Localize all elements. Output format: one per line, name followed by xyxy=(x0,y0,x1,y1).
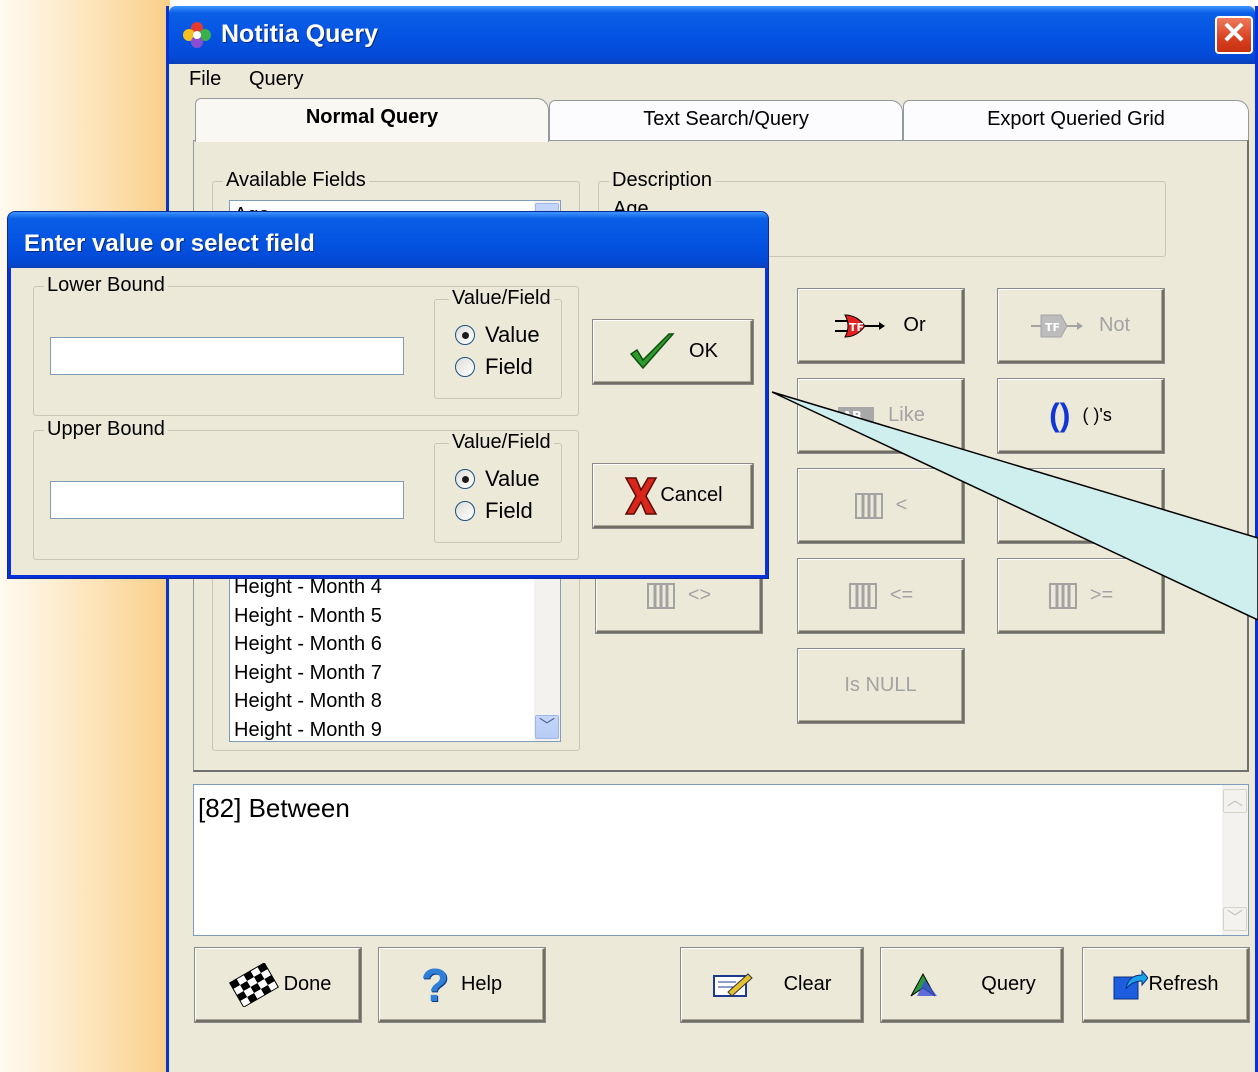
tab-export-grid[interactable]: Export Queried Grid xyxy=(903,100,1249,140)
done-button[interactable]: Done xyxy=(195,948,361,1022)
radio-unselected-icon xyxy=(455,501,475,521)
upper-value-field-group: Value/Field Value Field xyxy=(434,431,562,543)
ne-label: <> xyxy=(687,584,712,606)
upper-field-radio[interactable]: Field xyxy=(455,498,533,524)
abacus-icon xyxy=(854,492,883,519)
tab-text-search[interactable]: Text Search/Query xyxy=(549,100,903,140)
lower-vf-label: Value/Field xyxy=(449,287,554,310)
abacus-icon xyxy=(1066,492,1095,519)
lt-label: < xyxy=(895,494,908,516)
or-button[interactable]: TF Or xyxy=(798,289,964,363)
not-label: Not xyxy=(1098,314,1131,336)
scroll-down-icon[interactable]: ﹀ xyxy=(535,715,559,739)
is-null-label: Is NULL xyxy=(844,674,917,696)
le-button[interactable]: <= xyxy=(798,559,964,633)
scroll-up-icon[interactable]: ︿ xyxy=(1223,789,1247,813)
query-label: Query xyxy=(981,973,1036,995)
upper-value-radio[interactable]: Value xyxy=(455,466,540,492)
list-item[interactable]: Height - Month 8 xyxy=(230,687,536,716)
upper-bound-input[interactable] xyxy=(50,481,404,519)
menu-bar: File Query xyxy=(169,64,1255,94)
abacus-icon xyxy=(848,582,877,609)
list-item[interactable]: Height - Month 5 xyxy=(230,602,536,631)
done-label: Done xyxy=(283,973,332,995)
or-label: Or xyxy=(903,314,926,336)
cancel-button[interactable]: Cancel xyxy=(593,464,753,528)
ge-button[interactable]: >= xyxy=(998,559,1164,633)
cancel-label: Cancel xyxy=(660,484,723,506)
help-button[interactable]: ? Help xyxy=(379,948,545,1022)
lower-field-radio-label: Field xyxy=(485,354,533,379)
lower-bound-group: Lower Bound Value/Field Value Field xyxy=(33,274,579,416)
like-label: Like xyxy=(888,404,925,426)
checkered-flag-icon xyxy=(228,962,279,1007)
svg-text:TF: TF xyxy=(1045,321,1060,334)
svg-text:TF: TF xyxy=(849,321,864,334)
like-button[interactable]: AB Like xyxy=(798,379,964,453)
lower-value-radio[interactable]: Value xyxy=(455,322,540,348)
lower-value-radio-label: Value xyxy=(485,322,540,347)
parens-label: ( )'s xyxy=(1082,405,1112,425)
upper-vf-label: Value/Field xyxy=(449,431,554,454)
clear-button[interactable]: Clear xyxy=(681,948,863,1022)
lower-bound-input[interactable] xyxy=(50,337,404,375)
lower-value-field-group: Value/Field Value Field xyxy=(434,287,562,399)
refresh-button[interactable]: Refresh xyxy=(1083,948,1249,1022)
query-button[interactable]: Query xyxy=(881,948,1063,1022)
radio-selected-icon xyxy=(455,325,475,345)
query-arrow-icon xyxy=(910,972,938,996)
not-gate-icon: TF xyxy=(1030,314,1083,337)
lower-bound-label: Lower Bound xyxy=(44,274,168,297)
le-label: <= xyxy=(889,584,914,606)
tab-normal-query[interactable]: Normal Query xyxy=(195,98,549,142)
radio-unselected-icon xyxy=(455,357,475,377)
scroll-down-icon[interactable]: ﹀ xyxy=(1223,907,1247,931)
ok-label: OK xyxy=(689,340,718,362)
clear-label: Clear xyxy=(783,973,832,995)
upper-field-radio-label: Field xyxy=(485,498,533,523)
dialog-title: Enter value or select field xyxy=(24,230,315,257)
abacus-icon xyxy=(1048,582,1077,609)
question-mark-icon: ? xyxy=(420,958,449,1011)
gt-button[interactable] xyxy=(998,469,1164,543)
list-item[interactable]: Height - Month 7 xyxy=(230,659,536,688)
ge-label: >= xyxy=(1089,584,1114,606)
not-button[interactable]: TF Not xyxy=(998,289,1164,363)
query-text: [82] Between xyxy=(198,793,350,823)
upper-bound-label: Upper Bound xyxy=(44,418,168,441)
window-title: Notitia Query xyxy=(221,20,378,48)
description-label: Description xyxy=(609,169,716,192)
help-label: Help xyxy=(460,973,503,995)
upper-value-radio-label: Value xyxy=(485,466,540,491)
ok-button[interactable]: OK xyxy=(593,320,753,384)
query-text-area[interactable]: [82] Between ︿ ﹀ xyxy=(193,784,1249,936)
memo-scrollbar[interactable]: ︿ ﹀ xyxy=(1222,785,1248,935)
enter-value-dialog: Enter value or select field Lower Bound … xyxy=(8,212,768,578)
is-null-button[interactable]: Is NULL xyxy=(798,649,964,723)
lower-field-radio[interactable]: Field xyxy=(455,354,533,380)
menu-file[interactable]: File xyxy=(189,68,221,91)
abacus-icon xyxy=(646,582,675,609)
list-item[interactable]: Height - Month 9 xyxy=(230,716,536,742)
red-x-icon xyxy=(625,476,658,515)
menu-query[interactable]: Query xyxy=(249,68,303,91)
svg-text:AB: AB xyxy=(842,410,862,425)
like-icon: AB xyxy=(838,406,875,425)
eraser-pad-icon xyxy=(712,972,753,997)
close-button[interactable]: ✕ xyxy=(1215,16,1253,54)
available-fields-label: Available Fields xyxy=(223,169,369,192)
list-item[interactable]: Height - Month 6 xyxy=(230,630,536,659)
dialog-title-bar[interactable]: Enter value or select field xyxy=(8,212,768,268)
title-bar[interactable]: Notitia Query ✕ xyxy=(169,6,1255,64)
app-flower-icon xyxy=(183,22,211,48)
checkmark-icon xyxy=(629,332,675,369)
parens-icon: () xyxy=(1049,397,1071,433)
refresh-icon xyxy=(1113,969,1149,999)
parens-button[interactable]: () ( )'s xyxy=(998,379,1164,453)
lt-button[interactable]: < xyxy=(798,469,964,543)
radio-selected-icon xyxy=(455,469,475,489)
refresh-label: Refresh xyxy=(1148,973,1219,995)
or-gate-icon: TF xyxy=(835,313,886,338)
upper-bound-group: Upper Bound Value/Field Value Field xyxy=(33,418,579,560)
